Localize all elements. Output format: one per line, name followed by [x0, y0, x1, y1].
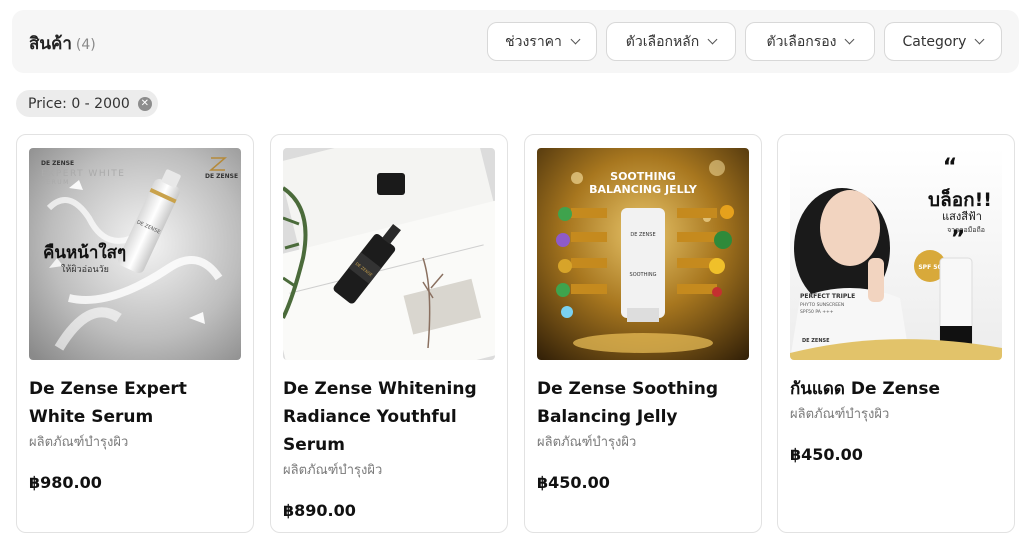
chevron-down-icon — [845, 34, 855, 45]
svg-text:”: ” — [951, 227, 965, 252]
price-range-filter-label: ช่วงราคา — [505, 33, 562, 50]
product-price: ฿450.00 — [790, 445, 863, 464]
image-tag1-text: PERFECT TRIPLE — [800, 293, 855, 300]
image-subline-text: ให้ผิวอ่อนวัย — [61, 264, 109, 275]
image-headline-text: คืนหน้าใสๆ — [43, 242, 126, 263]
product-name[interactable]: กันแดด De Zense ผลิตภัณฑ์บำรุงผิว ฿450.0… — [790, 375, 1005, 469]
chevron-down-icon — [570, 34, 581, 45]
product-name-text[interactable]: De Zense Whitening Radiance Youthful Ser… — [283, 379, 477, 455]
price-range-filter-button[interactable]: ช่วงราคา — [487, 22, 597, 61]
product-category: ผลิตภัณฑ์บำรุงผิว — [29, 435, 129, 450]
page-title: สินค้า (4) — [29, 30, 96, 57]
secondary-option-filter-label: ตัวเลือกรอง — [766, 33, 837, 50]
image-tube-brand-text: DE ZENSE — [630, 232, 655, 238]
secondary-option-filter-button[interactable]: ตัวเลือกรอง — [745, 22, 875, 61]
page-title-text: สินค้า — [29, 34, 72, 54]
category-filter-button[interactable]: Category — [884, 22, 1002, 61]
image-spf-text: SPF 50 — [918, 264, 941, 271]
primary-option-filter-label: ตัวเลือกหลัก — [625, 33, 700, 50]
image-subline-text: แสงสีฟ้า — [942, 210, 982, 223]
image-title1-text: SOOTHING — [610, 170, 676, 183]
close-circle-icon[interactable]: ✕ — [137, 96, 152, 111]
product-name-text[interactable]: กันแดด De Zense — [790, 379, 940, 399]
chevron-down-icon — [707, 34, 718, 45]
image-brand-text: DE ZENSE — [802, 338, 830, 344]
svg-text:“: “ — [943, 155, 957, 180]
image-line-text: EXPERT WHITE — [41, 169, 125, 179]
product-card[interactable]: DE ZENSE EXPERT WHITE SERUM DE ZENSE DE … — [16, 134, 254, 533]
product-price: ฿980.00 — [29, 473, 102, 492]
active-filter-chip: Price: 0 - 2000 ✕ — [16, 90, 158, 117]
image-tube-label-text: SOOTHING — [630, 272, 657, 278]
product-card[interactable]: DE ZENSE De Zense Whitening Radiance You… — [270, 134, 508, 533]
product-name[interactable]: De Zense Expert White Serum ผลิตภัณฑ์บำร… — [29, 375, 244, 497]
primary-option-filter-button[interactable]: ตัวเลือกหลัก — [606, 22, 736, 61]
filter-bar: สินค้า (4) ช่วงราคา ตัวเลือกหลัก ตัวเลือก… — [12, 10, 1019, 73]
image-sub-text: SERUM — [41, 179, 70, 186]
category-filter-label: Category — [902, 33, 967, 50]
product-category: ผลิตภัณฑ์บำรุงผิว — [283, 463, 383, 478]
product-card[interactable]: SOOTHING BALANCING JELLY DE ZENSE SOOTHI… — [524, 134, 762, 533]
product-name-text[interactable]: De Zense Expert White Serum — [29, 379, 187, 427]
product-name[interactable]: De Zense Whitening Radiance Youthful Ser… — [283, 375, 498, 525]
image-tag3-text: SPF50 PA +++ — [800, 309, 834, 315]
product-name[interactable]: De Zense Soothing Balancing Jelly ผลิตภั… — [537, 375, 752, 497]
product-name-text[interactable]: De Zense Soothing Balancing Jelly — [537, 379, 718, 427]
product-image: DE ZENSE EXPERT WHITE SERUM DE ZENSE DE … — [29, 148, 241, 360]
product-card[interactable]: “ บล็อก!! แสงสีฟ้า จากจอมือถือ ” SPF 50 … — [777, 134, 1015, 533]
product-image: SOOTHING BALANCING JELLY DE ZENSE SOOTHI… — [537, 148, 749, 360]
image-title2-text: BALANCING JELLY — [589, 183, 698, 196]
image-headline-text: บล็อก!! — [928, 187, 992, 211]
svg-text:DE ZENSE: DE ZENSE — [205, 173, 238, 180]
product-image: DE ZENSE — [283, 148, 495, 360]
chevron-down-icon — [975, 34, 985, 45]
product-category: ผลิตภัณฑ์บำรุงผิว — [790, 407, 890, 422]
product-count: (4) — [75, 37, 96, 53]
product-image: “ บล็อก!! แสงสีฟ้า จากจอมือถือ ” SPF 50 … — [790, 148, 1002, 360]
product-category: ผลิตภัณฑ์บำรุงผิว — [537, 435, 637, 450]
image-tag2-text: PHYTO SUNSCREEN — [800, 302, 844, 308]
active-filter-label: Price: 0 - 2000 — [28, 95, 130, 112]
product-price: ฿450.00 — [537, 473, 610, 492]
image-brand-text: DE ZENSE — [41, 160, 74, 167]
product-price: ฿890.00 — [283, 501, 356, 520]
